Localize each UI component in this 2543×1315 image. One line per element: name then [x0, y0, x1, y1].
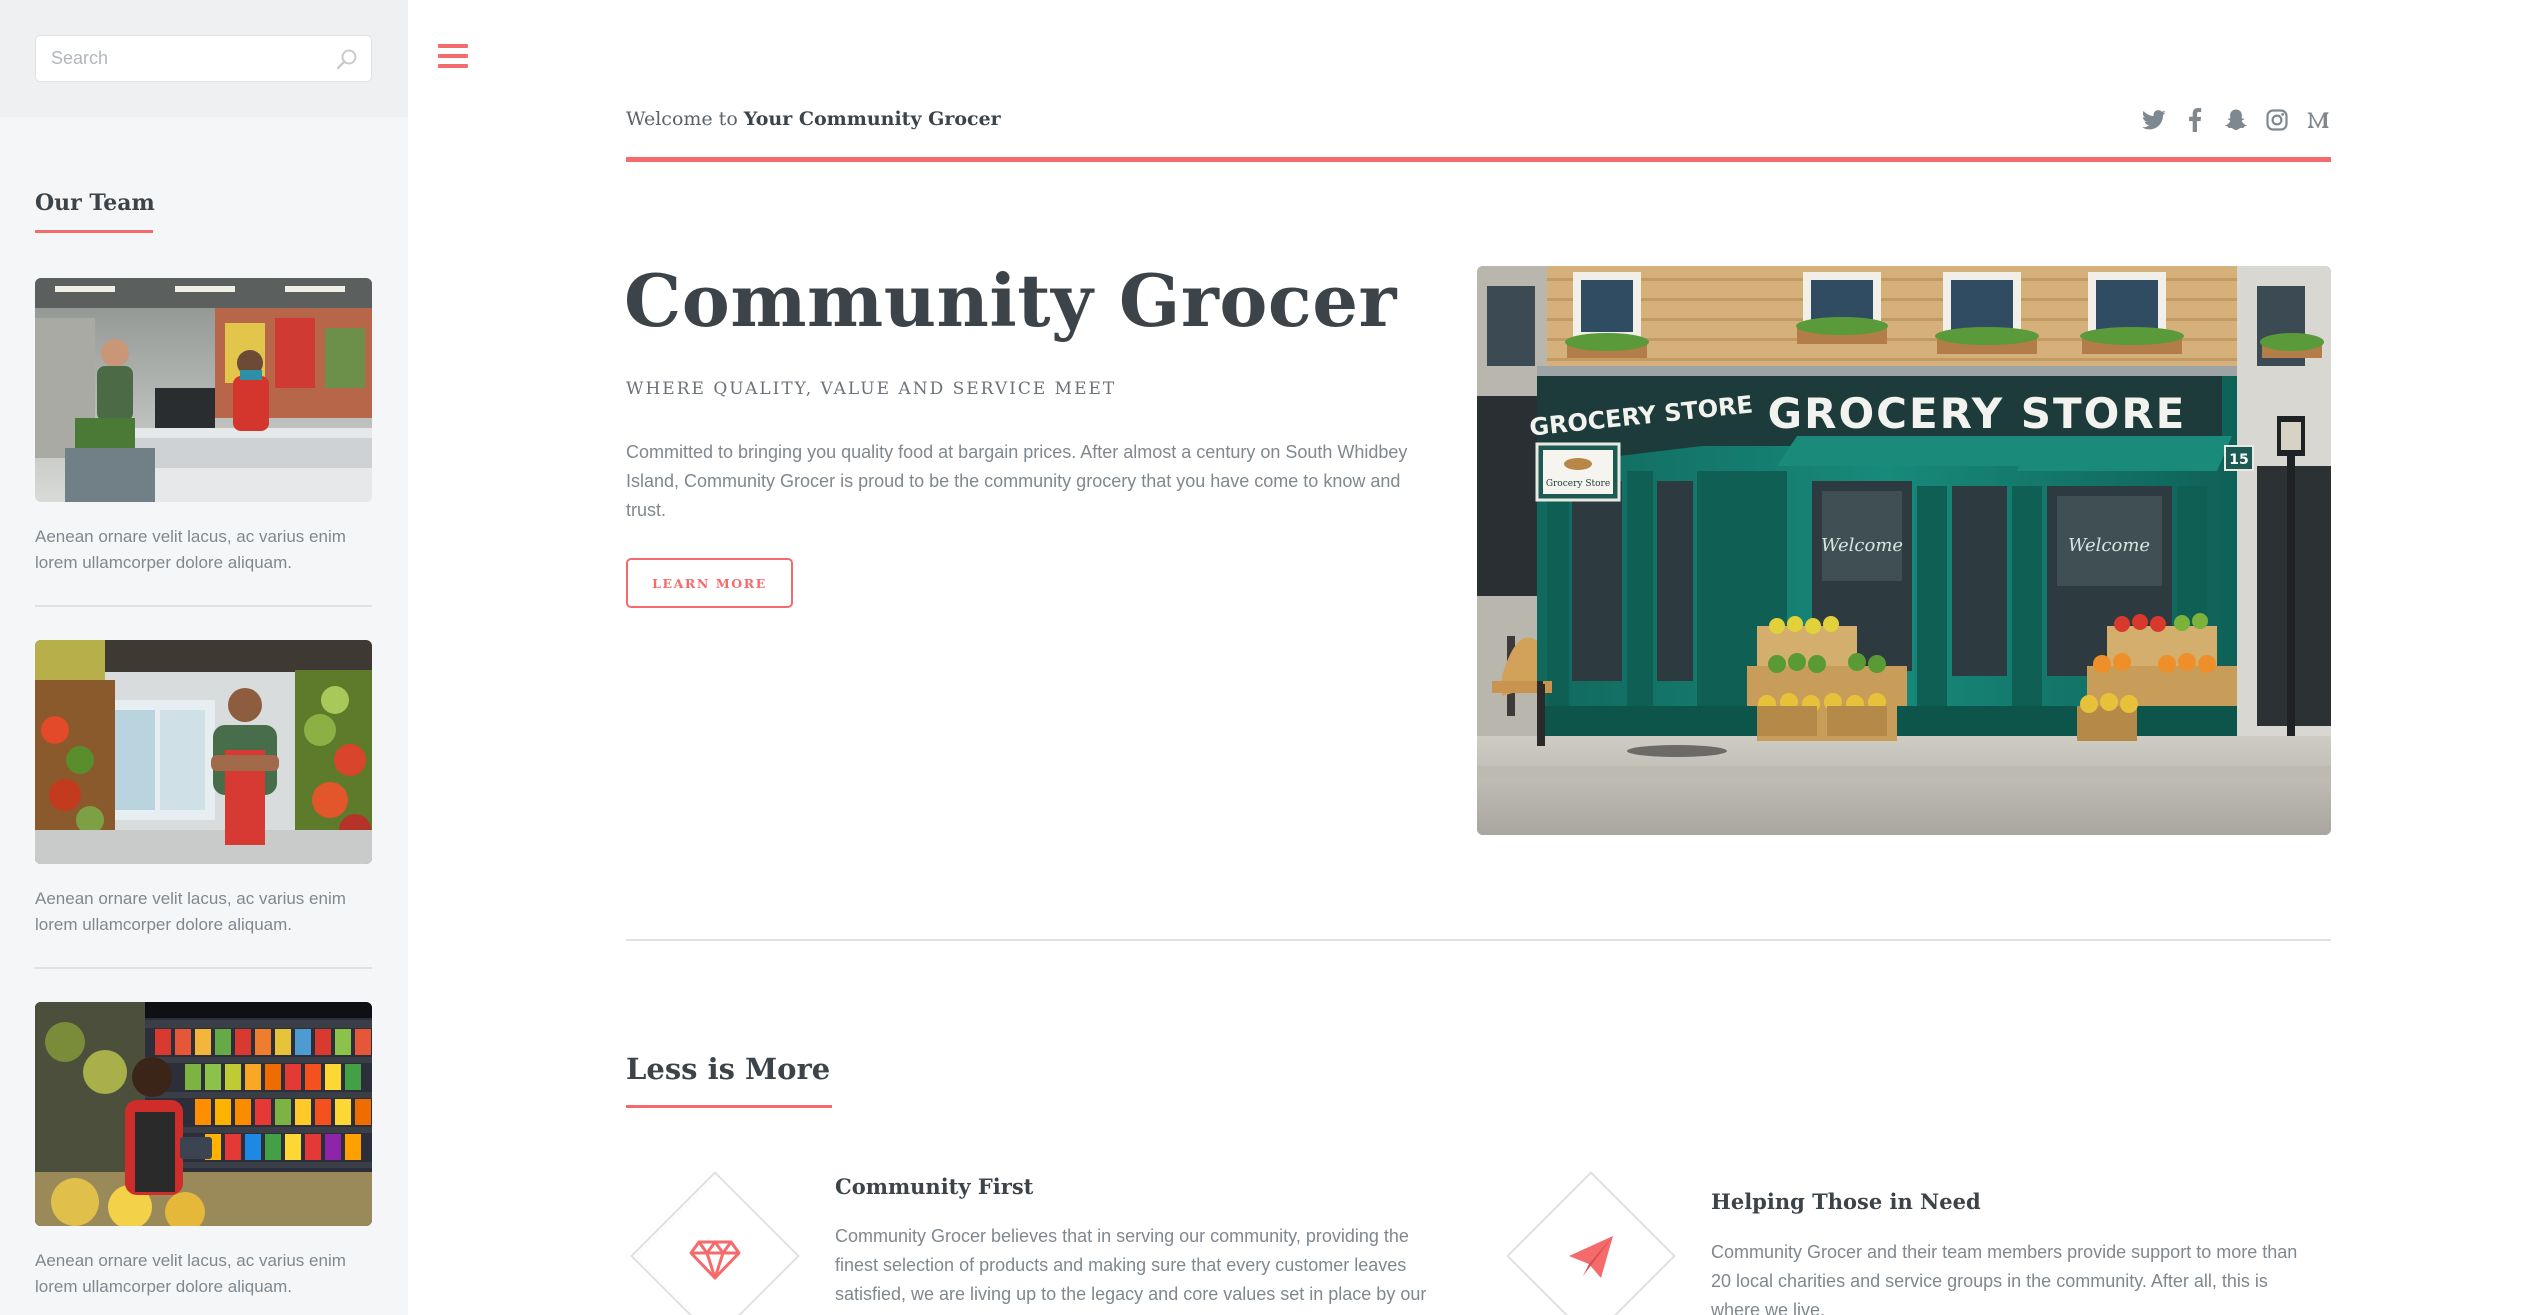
medium-icon[interactable]	[2306, 108, 2330, 132]
hamburger-icon-bar	[438, 64, 468, 68]
section-divider	[626, 939, 2331, 941]
store-number: 15	[2229, 452, 2248, 468]
hero-image-grocery-storefront[interactable]: GROCERY STORE GROCERY STORE 15 Welcome W…	[1477, 266, 2331, 835]
hanging-sign-text: Grocery Store	[1546, 479, 1610, 489]
team-member-description: Aenean ornare velit lacus, ac varius eni…	[35, 527, 346, 572]
social-links	[2142, 108, 2330, 132]
team-heading: Our Team	[35, 190, 155, 216]
team-heading-underline	[35, 230, 153, 233]
hamburger-icon-bar	[438, 44, 468, 48]
feature-description: Community Grocer believes that in servin…	[835, 1226, 1427, 1304]
section-heading: Less is More	[626, 1052, 831, 1086]
welcome-text[interactable]: Welcome to Your Community Grocer	[626, 108, 1001, 130]
team-member-photo[interactable]	[35, 278, 372, 502]
window-text-left: Welcome	[1821, 535, 1903, 556]
team-divider	[35, 605, 372, 607]
paper-plane-icon	[1569, 1236, 1613, 1278]
team-member-card: Aenean ornare velit lacus, ac varius eni…	[35, 1002, 372, 1300]
section-heading-underline	[626, 1105, 832, 1108]
welcome-prefix: Welcome to	[626, 108, 744, 130]
welcome-brand: Your Community Grocer	[743, 108, 1001, 130]
menu-toggle-button[interactable]	[438, 44, 468, 72]
feature-description: Community Grocer and their team members …	[1711, 1242, 2298, 1315]
hero-subtitle: WHERE QUALITY, VALUE AND SERVICE MEET	[626, 379, 1117, 399]
facebook-icon[interactable]	[2183, 108, 2207, 132]
team-member-description: Aenean ornare velit lacus, ac varius eni…	[35, 889, 346, 934]
team-member-description: Aenean ornare velit lacus, ac varius eni…	[35, 1251, 346, 1296]
store-sign-main: GROCERY STORE	[1768, 389, 2187, 438]
learn-more-button[interactable]: LEARN MORE	[626, 558, 793, 608]
hero-title: Community Grocer	[624, 258, 1397, 343]
twitter-icon[interactable]	[2142, 108, 2166, 132]
team-member-photo[interactable]	[35, 640, 372, 864]
team-member-photo[interactable]	[35, 1002, 372, 1226]
header-divider	[626, 157, 2331, 162]
search-box[interactable]	[35, 35, 372, 82]
window-text-right: Welcome	[2068, 535, 2150, 556]
hero-description: Committed to bringing you quality food a…	[626, 442, 1408, 520]
diamond-icon	[689, 1240, 741, 1280]
search-input[interactable]	[51, 36, 321, 81]
team-member-card: Aenean ornare velit lacus, ac varius eni…	[35, 278, 372, 576]
search-icon[interactable]	[335, 47, 359, 71]
hamburger-icon-bar	[438, 54, 468, 58]
sidebar: Our Team	[0, 0, 408, 1315]
snapchat-icon[interactable]	[2224, 108, 2248, 132]
feature-title: Helping Those in Need	[1711, 1189, 1981, 1214]
team-divider	[35, 967, 372, 969]
feature-title: Community First	[835, 1174, 1034, 1199]
team-member-card: Aenean ornare velit lacus, ac varius eni…	[35, 640, 372, 938]
sidebar-search-section	[0, 0, 408, 117]
instagram-icon[interactable]	[2265, 108, 2289, 132]
